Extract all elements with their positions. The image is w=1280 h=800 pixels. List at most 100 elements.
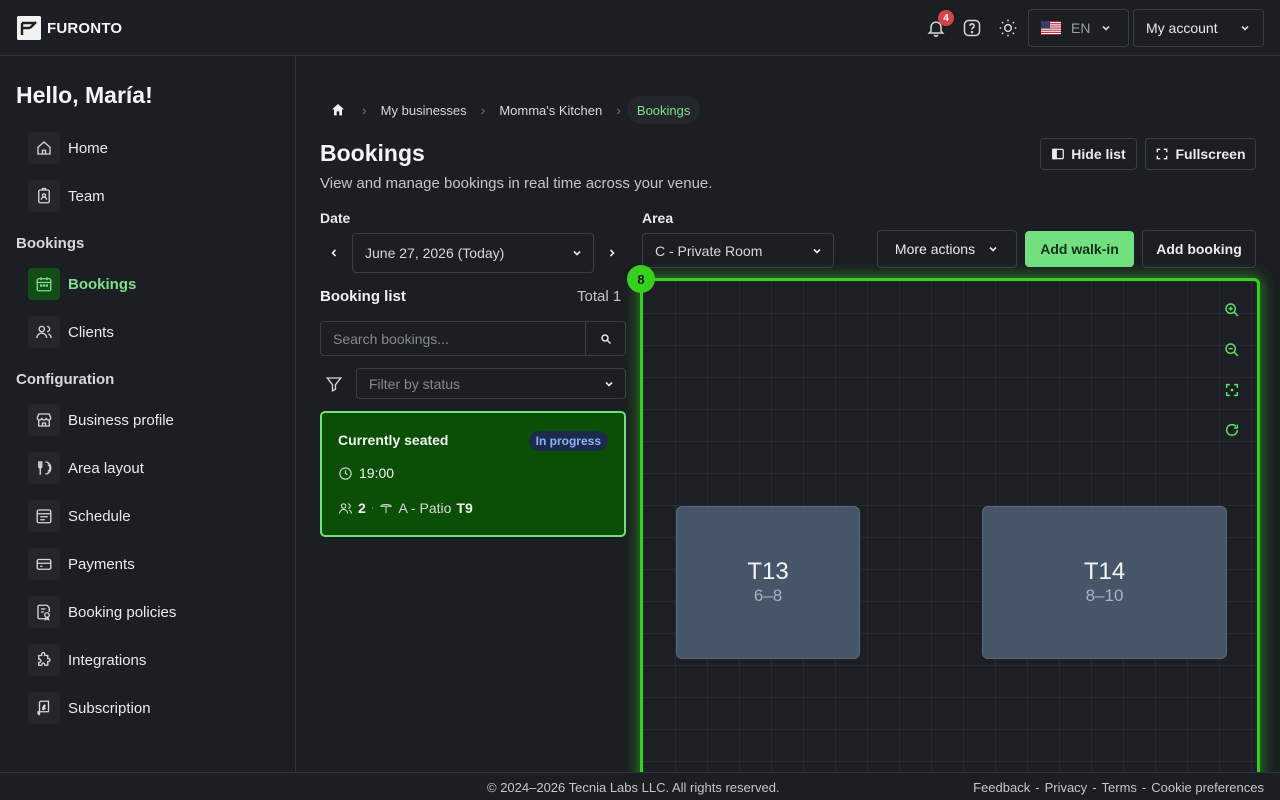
booking-time: 19:00 <box>338 465 394 481</box>
status-filter-placeholder: Filter by status <box>369 375 461 392</box>
theme-toggle-button[interactable] <box>996 16 1020 40</box>
booking-card-title: Currently seated <box>338 432 449 448</box>
filter-button[interactable] <box>322 372 346 396</box>
breadcrumb-separator-icon: › <box>480 102 486 118</box>
sidebar-item-label: Business profile <box>68 411 174 429</box>
breadcrumb-home[interactable] <box>320 96 356 124</box>
policy-icon <box>28 596 60 628</box>
area-value: C - Private Room <box>655 242 763 259</box>
area-select[interactable]: C - Private Room <box>642 233 834 268</box>
booking-guest-count: 2 <box>358 500 366 516</box>
hide-list-button[interactable]: Hide list <box>1040 138 1137 170</box>
date-picker[interactable]: June 27, 2026 (Today) <box>352 233 594 273</box>
umbrella-icon <box>379 501 393 515</box>
zoom-out-button[interactable] <box>1220 338 1244 362</box>
table-t14[interactable]: T14 8–10 <box>982 506 1227 659</box>
sidebar: Hello, María! Home Team Bookings Booking… <box>0 56 296 772</box>
home-icon <box>330 102 346 118</box>
sidebar-item-label: Team <box>68 187 105 205</box>
sidebar-item-bookings[interactable]: Bookings <box>28 268 136 300</box>
table-name: T13 <box>747 558 789 586</box>
sidebar-item-subscription[interactable]: Subscription <box>28 692 151 724</box>
chevron-down-icon <box>811 245 823 257</box>
footer-separator: - <box>1035 780 1040 795</box>
meta-separator: · <box>370 502 375 514</box>
seated-count-badge: 8 <box>627 265 655 293</box>
chevron-down-icon <box>603 378 615 390</box>
date-label: Date <box>320 210 351 226</box>
sidebar-item-label: Schedule <box>68 507 131 525</box>
sidebar-item-label: Integrations <box>68 651 147 669</box>
footer-links: Feedback - Privacy - Terms - Cookie pref… <box>973 780 1264 795</box>
fit-view-button[interactable] <box>1220 378 1244 402</box>
footer-link-feedback[interactable]: Feedback <box>973 780 1030 795</box>
filter-icon <box>325 375 343 393</box>
utensils-icon <box>28 452 60 484</box>
badge-icon <box>28 180 60 212</box>
fullscreen-label: Fullscreen <box>1175 146 1246 162</box>
breadcrumb-business[interactable]: Momma's Kitchen <box>491 96 610 124</box>
language-code: EN <box>1071 20 1091 36</box>
zoom-in-icon <box>1224 302 1240 318</box>
table-capacity: 6–8 <box>753 585 783 605</box>
table-t13[interactable]: T13 6–8 <box>676 506 860 659</box>
card-icon <box>28 548 60 580</box>
users-icon <box>28 316 60 348</box>
sidebar-item-schedule[interactable]: Schedule <box>28 500 131 532</box>
booking-card[interactable]: Currently seated In progress 19:00 2 · A… <box>320 411 626 537</box>
language-selector[interactable]: EN <box>1028 9 1129 47</box>
chevron-left-icon <box>328 247 340 259</box>
floor-plan-canvas[interactable]: T13 6–8 T14 8–10 <box>640 278 1260 800</box>
breadcrumb-separator-icon: › <box>616 102 621 118</box>
search-input[interactable] <box>321 322 585 355</box>
booking-table: T9 <box>456 500 473 516</box>
brand-name: FURONTO <box>47 19 123 37</box>
add-booking-button[interactable]: Add booking <box>1142 230 1256 268</box>
next-day-button[interactable] <box>600 241 624 265</box>
us-flag-icon <box>1041 21 1061 35</box>
footer-link-terms[interactable]: Terms <box>1102 780 1137 795</box>
add-walk-in-button[interactable]: Add walk-in <box>1025 231 1134 267</box>
footer-separator: - <box>1141 780 1147 795</box>
home-icon <box>28 132 60 164</box>
help-button[interactable] <box>960 16 984 40</box>
table-name: T14 <box>1083 558 1126 586</box>
fullscreen-button[interactable]: Fullscreen <box>1145 138 1256 170</box>
sidebar-item-clients[interactable]: Clients <box>28 316 114 348</box>
previous-day-button[interactable] <box>322 241 346 265</box>
sidebar-item-integrations[interactable]: Integrations <box>28 644 146 676</box>
account-menu-button[interactable]: My account <box>1133 9 1264 47</box>
zoom-in-button[interactable] <box>1220 298 1244 322</box>
users-icon <box>338 501 353 516</box>
greeting: Hello, María! <box>16 82 153 108</box>
sidebar-item-team[interactable]: Team <box>28 180 105 212</box>
status-badge: In progress <box>528 431 608 451</box>
search-button[interactable] <box>585 322 625 355</box>
sidebar-item-label: Area layout <box>68 459 144 477</box>
sidebar-item-home[interactable]: Home <box>28 132 108 164</box>
chevron-down-icon <box>987 243 999 255</box>
more-actions-button[interactable]: More actions <box>877 230 1017 268</box>
sidebar-item-booking-policies[interactable]: Booking policies <box>28 596 176 628</box>
date-value: June 27, 2026 (Today) <box>365 245 505 261</box>
brand-logo[interactable]: FURONTO <box>17 16 122 40</box>
footer: © 2024–2026 Tecnia Labs LLC. All rights … <box>0 772 1280 800</box>
sidebar-item-area-layout[interactable]: Area layout <box>28 452 144 484</box>
sidebar-item-business-profile[interactable]: Business profile <box>28 404 174 436</box>
footer-link-privacy[interactable]: Privacy <box>1045 780 1088 795</box>
breadcrumb-separator-icon: › <box>362 102 367 118</box>
fit-view-icon <box>1224 382 1240 398</box>
footer-link-cookie-preferences[interactable]: Cookie preferences <box>1151 780 1264 795</box>
table-capacity: 8–10 <box>1085 585 1124 605</box>
booking-area: A - Patio <box>398 500 452 516</box>
notifications-button[interactable]: 4 <box>924 10 954 40</box>
chevron-down-icon <box>1239 22 1251 34</box>
booking-time-value: 19:00 <box>359 465 395 481</box>
status-filter-select[interactable]: Filter by status <box>356 368 626 399</box>
add-walk-in-label: Add walk-in <box>1040 241 1119 257</box>
reset-view-button[interactable] <box>1220 418 1244 442</box>
sidebar-item-payments[interactable]: Payments <box>28 548 135 580</box>
subscription-icon <box>28 692 60 724</box>
sidebar-item-label: Payments <box>68 555 135 573</box>
breadcrumb-my-businesses[interactable]: My businesses <box>373 96 475 124</box>
